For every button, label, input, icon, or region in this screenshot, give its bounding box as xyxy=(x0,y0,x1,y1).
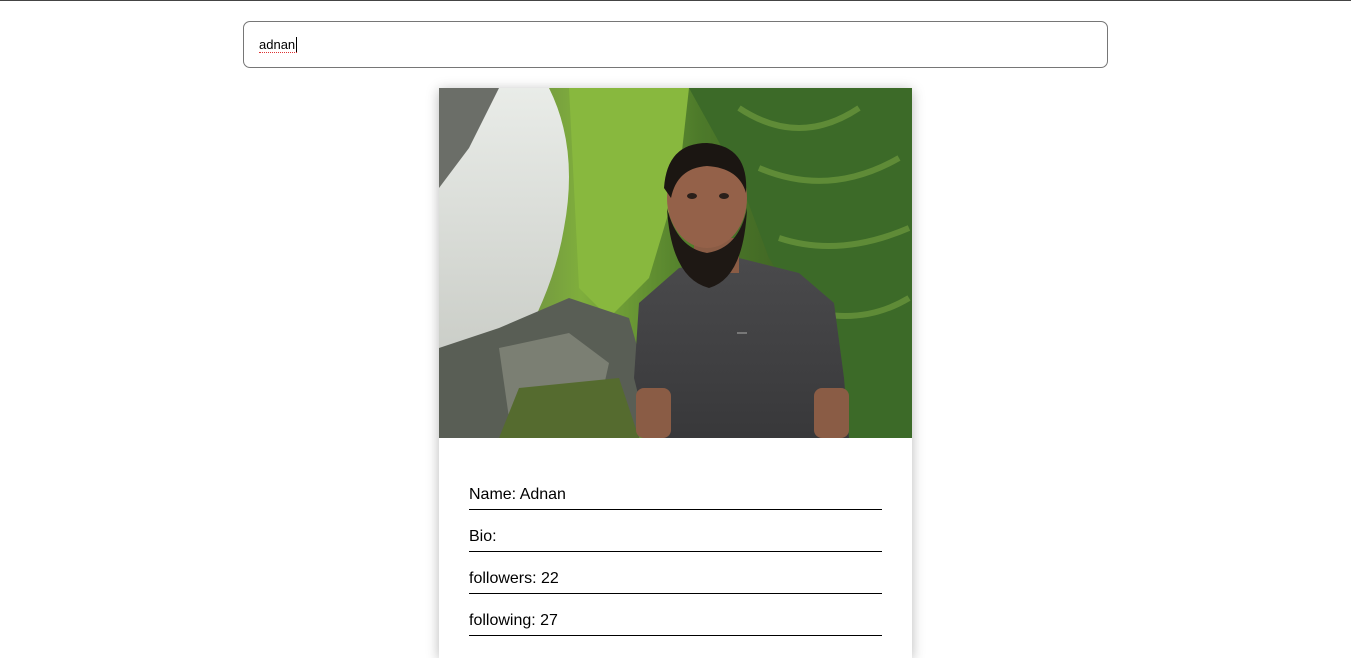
search-input-text: adnan xyxy=(259,37,296,52)
following-text: following: 27 xyxy=(469,612,558,629)
profile-card: Name: Adnan Bio: followers: 22 following… xyxy=(439,88,912,658)
bio-row: Bio: xyxy=(469,510,882,552)
profile-details: Name: Adnan Bio: followers: 22 following… xyxy=(469,468,882,636)
search-input[interactable]: adnan xyxy=(259,37,298,53)
name-text: Name: Adnan xyxy=(469,486,566,503)
text-caret xyxy=(296,37,298,52)
profile-photo xyxy=(439,88,912,438)
following-row: following: 27 xyxy=(469,594,882,636)
followers-text: followers: 22 xyxy=(469,570,559,587)
search-field[interactable]: adnan xyxy=(243,21,1108,68)
top-divider xyxy=(0,0,1351,1)
name-row: Name: Adnan xyxy=(469,468,882,510)
followers-row: followers: 22 xyxy=(469,552,882,594)
bio-text: Bio: xyxy=(469,528,497,545)
